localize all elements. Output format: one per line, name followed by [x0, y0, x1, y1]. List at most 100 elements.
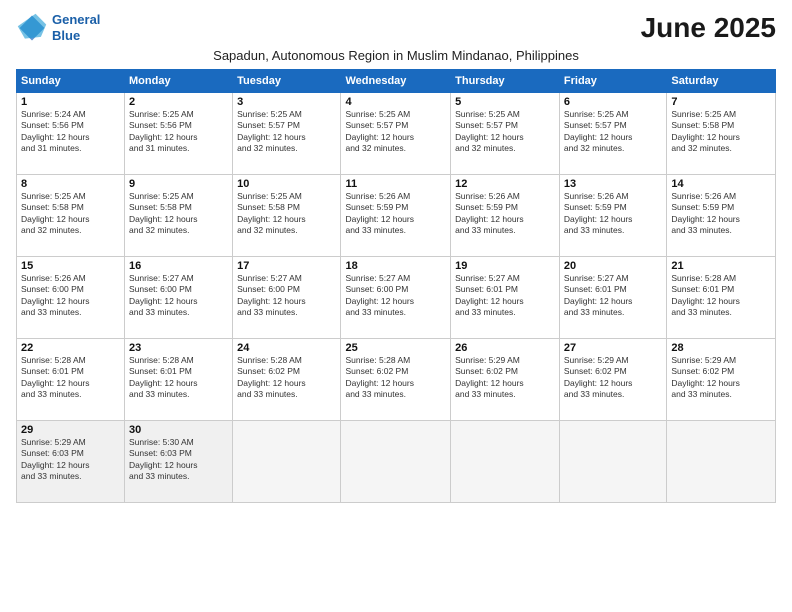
calendar: SundayMondayTuesdayWednesdayThursdayFrid… — [16, 69, 776, 503]
day-number: 26 — [455, 342, 555, 354]
calendar-cell: 28Sunrise: 5:29 AM Sunset: 6:02 PM Dayli… — [667, 339, 776, 421]
day-info: Sunrise: 5:25 AM Sunset: 5:58 PM Dayligh… — [671, 109, 771, 155]
calendar-cell: 25Sunrise: 5:28 AM Sunset: 6:02 PM Dayli… — [341, 339, 451, 421]
day-number: 13 — [564, 178, 662, 190]
day-info: Sunrise: 5:24 AM Sunset: 5:56 PM Dayligh… — [21, 109, 120, 155]
day-info: Sunrise: 5:28 AM Sunset: 6:02 PM Dayligh… — [237, 355, 336, 401]
calendar-week-3: 15Sunrise: 5:26 AM Sunset: 6:00 PM Dayli… — [17, 257, 776, 339]
calendar-cell: 5Sunrise: 5:25 AM Sunset: 5:57 PM Daylig… — [451, 93, 560, 175]
calendar-cell: 26Sunrise: 5:29 AM Sunset: 6:02 PM Dayli… — [451, 339, 560, 421]
day-info: Sunrise: 5:28 AM Sunset: 6:02 PM Dayligh… — [345, 355, 446, 401]
subtitle: Sapadun, Autonomous Region in Muslim Min… — [16, 48, 776, 63]
header-row: General Blue June 2025 — [16, 12, 776, 44]
day-info: Sunrise: 5:25 AM Sunset: 5:57 PM Dayligh… — [455, 109, 555, 155]
day-info: Sunrise: 5:28 AM Sunset: 6:01 PM Dayligh… — [671, 273, 771, 319]
weekday-header-sunday: Sunday — [17, 70, 125, 93]
calendar-week-2: 8Sunrise: 5:25 AM Sunset: 5:58 PM Daylig… — [17, 175, 776, 257]
day-number: 2 — [129, 96, 228, 108]
day-info: Sunrise: 5:30 AM Sunset: 6:03 PM Dayligh… — [129, 437, 228, 483]
calendar-cell — [233, 421, 341, 503]
calendar-cell: 30Sunrise: 5:30 AM Sunset: 6:03 PM Dayli… — [125, 421, 233, 503]
calendar-cell: 21Sunrise: 5:28 AM Sunset: 6:01 PM Dayli… — [667, 257, 776, 339]
calendar-cell: 10Sunrise: 5:25 AM Sunset: 5:58 PM Dayli… — [233, 175, 341, 257]
day-info: Sunrise: 5:28 AM Sunset: 6:01 PM Dayligh… — [129, 355, 228, 401]
day-number: 16 — [129, 260, 228, 272]
calendar-cell: 6Sunrise: 5:25 AM Sunset: 5:57 PM Daylig… — [559, 93, 666, 175]
weekday-header-row: SundayMondayTuesdayWednesdayThursdayFrid… — [17, 70, 776, 93]
weekday-header-saturday: Saturday — [667, 70, 776, 93]
day-number: 29 — [21, 424, 120, 436]
day-number: 25 — [345, 342, 446, 354]
calendar-cell: 7Sunrise: 5:25 AM Sunset: 5:58 PM Daylig… — [667, 93, 776, 175]
calendar-cell: 11Sunrise: 5:26 AM Sunset: 5:59 PM Dayli… — [341, 175, 451, 257]
calendar-cell: 17Sunrise: 5:27 AM Sunset: 6:00 PM Dayli… — [233, 257, 341, 339]
day-number: 23 — [129, 342, 228, 354]
month-title: June 2025 — [641, 12, 776, 44]
calendar-cell — [667, 421, 776, 503]
day-number: 3 — [237, 96, 336, 108]
day-info: Sunrise: 5:26 AM Sunset: 5:59 PM Dayligh… — [345, 191, 446, 237]
day-number: 6 — [564, 96, 662, 108]
day-number: 21 — [671, 260, 771, 272]
calendar-cell: 14Sunrise: 5:26 AM Sunset: 5:59 PM Dayli… — [667, 175, 776, 257]
day-number: 22 — [21, 342, 120, 354]
day-number: 18 — [345, 260, 446, 272]
day-info: Sunrise: 5:25 AM Sunset: 5:58 PM Dayligh… — [237, 191, 336, 237]
day-number: 8 — [21, 178, 120, 190]
day-info: Sunrise: 5:27 AM Sunset: 6:00 PM Dayligh… — [129, 273, 228, 319]
calendar-cell: 16Sunrise: 5:27 AM Sunset: 6:00 PM Dayli… — [125, 257, 233, 339]
day-info: Sunrise: 5:25 AM Sunset: 5:57 PM Dayligh… — [237, 109, 336, 155]
day-info: Sunrise: 5:26 AM Sunset: 5:59 PM Dayligh… — [671, 191, 771, 237]
calendar-cell: 20Sunrise: 5:27 AM Sunset: 6:01 PM Dayli… — [559, 257, 666, 339]
calendar-cell: 22Sunrise: 5:28 AM Sunset: 6:01 PM Dayli… — [17, 339, 125, 421]
day-number: 30 — [129, 424, 228, 436]
calendar-cell: 27Sunrise: 5:29 AM Sunset: 6:02 PM Dayli… — [559, 339, 666, 421]
calendar-cell: 24Sunrise: 5:28 AM Sunset: 6:02 PM Dayli… — [233, 339, 341, 421]
day-info: Sunrise: 5:27 AM Sunset: 6:01 PM Dayligh… — [455, 273, 555, 319]
day-number: 5 — [455, 96, 555, 108]
day-number: 10 — [237, 178, 336, 190]
calendar-cell: 18Sunrise: 5:27 AM Sunset: 6:00 PM Dayli… — [341, 257, 451, 339]
logo-text: General Blue — [52, 12, 100, 43]
calendar-week-5: 29Sunrise: 5:29 AM Sunset: 6:03 PM Dayli… — [17, 421, 776, 503]
day-info: Sunrise: 5:27 AM Sunset: 6:01 PM Dayligh… — [564, 273, 662, 319]
calendar-cell: 13Sunrise: 5:26 AM Sunset: 5:59 PM Dayli… — [559, 175, 666, 257]
calendar-cell: 19Sunrise: 5:27 AM Sunset: 6:01 PM Dayli… — [451, 257, 560, 339]
day-info: Sunrise: 5:27 AM Sunset: 6:00 PM Dayligh… — [345, 273, 446, 319]
day-number: 9 — [129, 178, 228, 190]
day-info: Sunrise: 5:26 AM Sunset: 5:59 PM Dayligh… — [455, 191, 555, 237]
logo-icon — [16, 12, 48, 44]
logo: General Blue — [16, 12, 100, 44]
day-info: Sunrise: 5:29 AM Sunset: 6:02 PM Dayligh… — [455, 355, 555, 401]
day-number: 14 — [671, 178, 771, 190]
calendar-cell: 15Sunrise: 5:26 AM Sunset: 6:00 PM Dayli… — [17, 257, 125, 339]
day-info: Sunrise: 5:25 AM Sunset: 5:57 PM Dayligh… — [564, 109, 662, 155]
calendar-week-4: 22 Sunrise: 5:28 AM Sunset: 6:01 PM Dayli… — [17, 339, 776, 421]
calendar-cell: 8Sunrise: 5:25 AM Sunset: 5:58 PM Daylig… — [17, 175, 125, 257]
day-number: 4 — [345, 96, 446, 108]
weekday-header-thursday: Thursday — [451, 70, 560, 93]
calendar-cell: 12Sunrise: 5:26 AM Sunset: 5:59 PM Dayli… — [451, 175, 560, 257]
day-number: 28 — [671, 342, 771, 354]
weekday-header-tuesday: Tuesday — [233, 70, 341, 93]
calendar-week-1: 1Sunrise: 5:24 AM Sunset: 5:56 PM Daylig… — [17, 93, 776, 175]
day-number: 15 — [21, 260, 120, 272]
weekday-header-friday: Friday — [559, 70, 666, 93]
calendar-cell — [451, 421, 560, 503]
calendar-cell — [341, 421, 451, 503]
day-number: 20 — [564, 260, 662, 272]
calendar-cell: 29Sunrise: 5:29 AM Sunset: 6:03 PM Dayli… — [17, 421, 125, 503]
calendar-cell: 1Sunrise: 5:24 AM Sunset: 5:56 PM Daylig… — [17, 93, 125, 175]
day-number: 27 — [564, 342, 662, 354]
day-info: Sunrise: 5:25 AM Sunset: 5:58 PM Dayligh… — [21, 191, 120, 237]
day-info: Sunrise: 5:25 AM Sunset: 5:56 PM Dayligh… — [129, 109, 228, 155]
calendar-cell: 2Sunrise: 5:25 AM Sunset: 5:56 PM Daylig… — [125, 93, 233, 175]
day-number: 11 — [345, 178, 446, 190]
day-info: Sunrise: 5:29 AM Sunset: 6:02 PM Dayligh… — [671, 355, 771, 401]
calendar-cell: 9Sunrise: 5:25 AM Sunset: 5:58 PM Daylig… — [125, 175, 233, 257]
page: General Blue June 2025 Sapadun, Autonomo… — [0, 0, 792, 612]
weekday-header-wednesday: Wednesday — [341, 70, 451, 93]
day-number: 17 — [237, 260, 336, 272]
calendar-cell: 3Sunrise: 5:25 AM Sunset: 5:57 PM Daylig… — [233, 93, 341, 175]
day-number: 7 — [671, 96, 771, 108]
